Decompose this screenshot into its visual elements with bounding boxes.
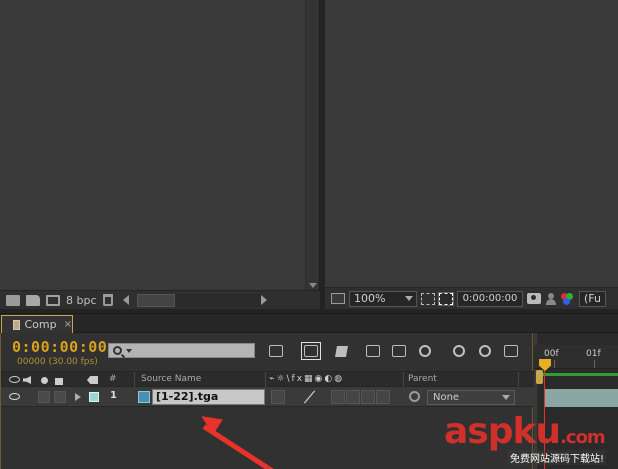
layer-solo-switch[interactable] [38,391,50,403]
close-icon[interactable]: × [64,319,72,330]
layer-effect-switch[interactable] [331,390,345,404]
layer-motion-blur-switch[interactable] [361,390,375,404]
title-action-safe-icon[interactable] [438,291,454,306]
resolution-dropdown[interactable]: (Fu [579,290,606,307]
project-panel-footer: 8 bpc [0,290,320,309]
layer-shy-switch[interactable] [271,390,285,404]
project-horizontal-scrollbar[interactable] [122,293,267,308]
image-sequence-icon [138,391,150,403]
stopwatch-icon [479,345,491,357]
site-watermark: aspku.com 免费网站源码下载站! [444,412,618,469]
project-panel [0,0,320,309]
brainstorm-icon [419,345,431,357]
lock-icon[interactable] [55,378,63,385]
tab-comp[interactable]: Comp × [1,315,73,333]
auto-keyframe-button[interactable] [449,342,469,360]
zoom-value: 100% [354,292,386,305]
column-divider[interactable] [134,372,135,388]
label-tag-icon[interactable] [87,376,98,384]
bit-depth-button[interactable]: 8 bpc [66,294,97,307]
ruler-label-start: 00f [544,349,559,359]
composition-mini-flowchart-button[interactable] [266,342,286,360]
audio-speaker-icon[interactable] [23,376,31,384]
column-divider[interactable] [403,372,404,388]
scroll-right-arrow-icon[interactable] [260,295,267,305]
channel-rgb-icon[interactable] [561,292,575,305]
layer-visibility-eye-icon[interactable] [9,393,20,400]
viewer-toolbar: 100% 0:00:00:00 (Fu [325,287,618,309]
frame-rate-readout: 00000 (30.00 fps) [17,357,98,367]
viewer-timecode[interactable]: 0:00:00:00 [457,290,523,307]
work-area-bar[interactable] [542,373,618,376]
shy-layers-button[interactable] [331,342,351,360]
scroll-down-arrow-icon[interactable] [309,283,317,288]
show-snapshot-icon[interactable] [545,292,557,305]
motion-blur-icon [392,345,406,357]
scrollbar-thumb[interactable] [136,293,175,307]
graph-editor-button[interactable] [475,342,495,360]
layer-search-input[interactable] [108,343,255,358]
column-number[interactable]: # [109,374,117,384]
tab-label: Comp [24,318,57,331]
chevron-down-icon [405,296,413,301]
layer-source-name[interactable]: [1-22].tga [152,389,265,405]
solo-icon[interactable] [41,377,48,384]
watermark-tagline: 免费网站源码下载站! [508,450,607,465]
column-parent[interactable]: Parent [408,374,437,384]
composition-viewer [325,0,618,309]
ruler-tick [554,360,555,368]
frame-blending-icon [366,345,380,357]
new-composition-icon[interactable] [46,294,60,306]
always-preview-icon[interactable] [331,293,345,304]
magnification-dropdown[interactable]: 100% [349,290,417,307]
layer-number: 1 [110,390,117,401]
layer-3d-switch[interactable] [376,390,390,404]
timeline-tab-strip: Comp × [0,314,618,333]
parent-dropdown[interactable]: None [427,390,515,405]
trash-icon[interactable] [102,294,113,306]
chevron-down-icon[interactable] [126,348,132,353]
twirl-down-arrow-icon[interactable] [75,393,81,401]
layer-quality-switch[interactable] [303,390,317,404]
snapshot-camera-icon[interactable] [527,293,541,304]
project-vertical-scrollbar[interactable] [305,0,319,290]
frame-blending-button[interactable] [363,342,383,360]
draft-3d-button[interactable] [301,342,321,360]
column-source-name[interactable]: Source Name [141,374,201,384]
watermark-logo-suffix: .com [560,427,606,448]
chevron-down-icon [502,395,510,400]
ruler-tick [594,360,595,368]
column-divider[interactable] [518,372,519,388]
layer-frame-blend-switch[interactable] [346,390,360,404]
scrollbar-track[interactable] [174,293,261,307]
layer-lock-switch[interactable] [54,391,66,403]
layer-row[interactable]: 1 [1-22].tga None [1,387,534,407]
flowchart-icon [269,345,283,357]
draft-3d-icon [304,345,318,357]
interpret-footage-icon[interactable] [6,294,20,306]
parent-value: None [433,392,460,403]
ruler-label-1f: 01f [586,349,601,359]
new-folder-icon[interactable] [26,294,40,306]
scroll-left-arrow-icon[interactable] [122,295,129,305]
column-divider[interactable] [265,372,266,388]
keyframe-icon [453,345,465,357]
work-area-start-handle[interactable] [536,370,543,384]
fit-frame-icon[interactable] [421,292,435,305]
column-switches[interactable]: ⌁☼\fx▦◉◐◍ [269,374,344,384]
brainstorm-button[interactable] [415,342,435,360]
parent-pickwhip-icon[interactable] [409,391,420,402]
search-icon [113,346,122,355]
comp-swatch-icon [13,319,20,330]
column-header-row: # Source Name ⌁☼\fx▦◉◐◍ Parent [1,371,534,388]
shy-icon [334,345,348,357]
layer-duration-bar[interactable] [545,389,618,407]
graph-editor-icon [504,345,518,357]
layer-label-color[interactable] [89,392,99,402]
watermark-logo-main: aspku [444,411,561,452]
current-time-display[interactable]: 0:00:00:00 [12,338,107,356]
motion-blur-button[interactable] [389,342,409,360]
video-eye-icon[interactable] [9,376,20,383]
panel-menu-button[interactable] [501,342,521,360]
